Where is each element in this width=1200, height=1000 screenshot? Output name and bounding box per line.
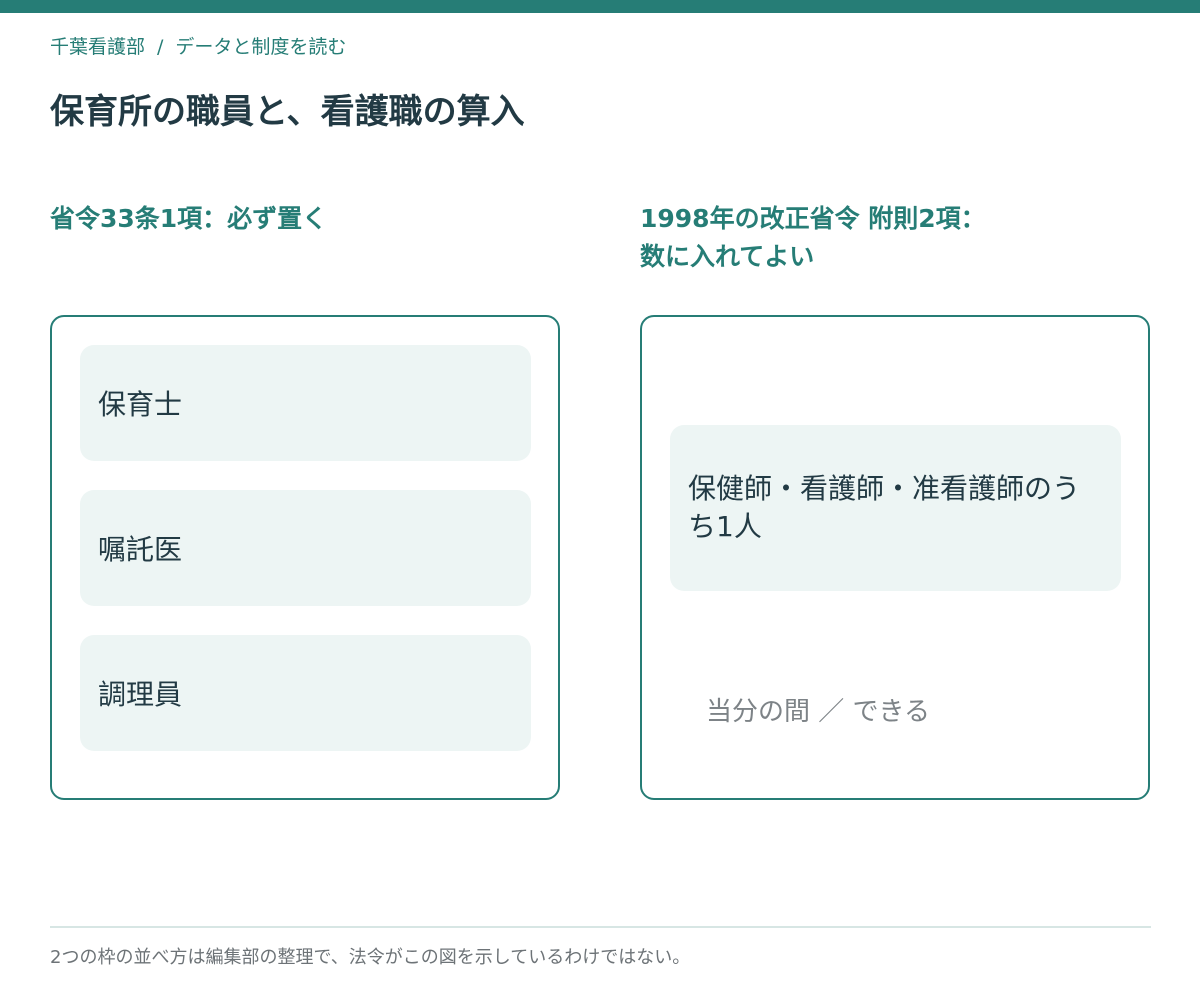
staff-item-cook: 調理員 [80,635,531,751]
left-column-heading: 省令33条1項：必ず置く [50,200,560,238]
footer-divider [50,926,1151,928]
staff-item-childcare-worker: 保育士 [80,345,531,461]
left-column-heading-line: 省令33条1項：必ず置く [50,204,328,233]
staff-item-label: 保健師・看護師・准看護師のう ち1人 [688,470,1080,546]
staff-item-contract-doctor: 嘱託医 [80,490,531,606]
staff-item-label-line-2: ち1人 [688,510,762,543]
breadcrumb-separator: / [157,36,164,58]
staff-item-label: 調理員 [98,678,183,711]
provision-status-text: 当分の間 ／ できる [706,697,931,727]
right-column-heading-line-2: 数に入れてよい [640,242,815,271]
staff-item-label: 保育士 [98,388,183,421]
footnote: 2つの枠の並べ方は編集部の整理で、法令がこの図を示しているわけではない。 [50,947,691,968]
staff-item-label-line-1: 保健師・看護師・准看護師のう [688,472,1081,505]
staff-item-label: 嘱託医 [98,533,183,566]
breadcrumb-home-link[interactable]: 千葉看護部 [50,36,145,58]
page-title: 保育所の職員と、看護職の算入 [50,92,525,132]
breadcrumb-current-link[interactable]: データと制度を読む [175,36,346,58]
countable-staff-frame: 保健師・看護師・准看護師のう ち1人 当分の間 ／ できる [640,315,1150,800]
top-accent-bar [0,0,1200,13]
right-column-heading: 1998年の改正省令 附則2項： 数に入れてよい [640,200,1150,276]
breadcrumb: 千葉看護部 / データと制度を読む [50,32,346,59]
staff-item-nursing-staff: 保健師・看護師・准看護師のう ち1人 [670,425,1121,591]
required-staff-frame: 保育士 嘱託医 調理員 [50,315,560,800]
right-column-heading-line-1: 1998年の改正省令 附則2項： [640,204,986,233]
